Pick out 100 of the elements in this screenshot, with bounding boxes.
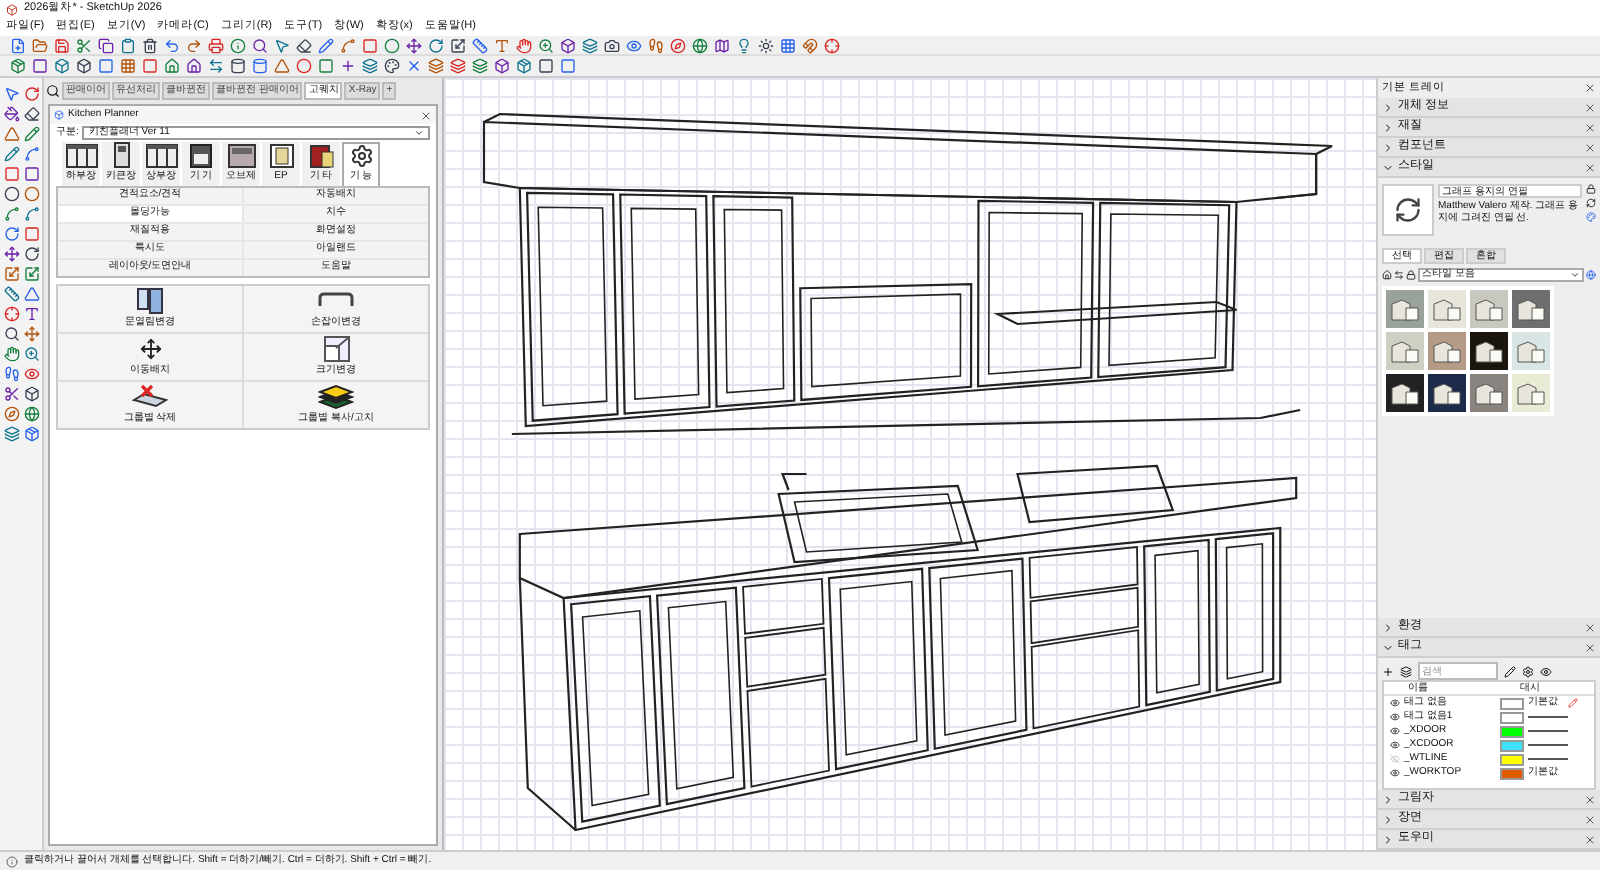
grid-icon[interactable] — [778, 36, 796, 54]
close-icon[interactable] — [1584, 141, 1596, 153]
trash-icon[interactable] — [140, 36, 158, 54]
text-icon[interactable] — [492, 36, 510, 54]
text-icon[interactable] — [22, 304, 40, 322]
close-icon[interactable] — [1584, 121, 1596, 133]
style-thumbnail[interactable] — [1428, 290, 1466, 328]
search-icon[interactable] — [2, 324, 20, 342]
lock-icon[interactable] — [1586, 184, 1596, 194]
cube-icon[interactable] — [52, 57, 70, 75]
curve-icon[interactable] — [22, 204, 40, 222]
close-icon[interactable] — [1584, 813, 1596, 825]
pointer-icon[interactable] — [2, 84, 20, 102]
scissors-icon[interactable] — [74, 36, 92, 54]
color-swatch[interactable] — [1500, 767, 1524, 779]
lock-icon[interactable] — [1406, 270, 1416, 280]
zoom-icon[interactable] — [536, 36, 554, 54]
save-icon[interactable] — [52, 36, 70, 54]
redo-icon[interactable] — [184, 36, 202, 54]
layers-icon[interactable] — [1400, 665, 1412, 677]
ruler-icon[interactable] — [2, 284, 20, 302]
globe-icon[interactable] — [22, 404, 40, 422]
zoom-icon[interactable] — [22, 344, 40, 362]
info-icon[interactable] — [6, 855, 18, 867]
style-thumbnail[interactable] — [1470, 332, 1508, 370]
style-thumbnail[interactable] — [1470, 290, 1508, 328]
scale-icon[interactable] — [22, 264, 40, 282]
circle-icon[interactable] — [294, 57, 312, 75]
scale-icon[interactable] — [2, 264, 20, 282]
lightbulb-icon[interactable] — [734, 36, 752, 54]
eraser-icon[interactable] — [22, 104, 40, 122]
undo-icon[interactable] — [162, 36, 180, 54]
color-swatch[interactable] — [1500, 725, 1524, 737]
eye-icon[interactable] — [1389, 740, 1399, 750]
close-icon[interactable] — [1584, 793, 1596, 805]
compass-icon[interactable] — [668, 36, 686, 54]
close-icon[interactable] — [1584, 101, 1596, 113]
triangle-icon[interactable] — [2, 124, 20, 142]
folder-icon[interactable] — [30, 36, 48, 54]
triangle-icon[interactable] — [22, 284, 40, 302]
pencil-icon[interactable] — [1504, 665, 1516, 677]
style-thumbnail[interactable] — [1512, 332, 1550, 370]
cube-icon[interactable] — [558, 36, 576, 54]
rotate-icon[interactable] — [22, 244, 40, 262]
rotate-icon[interactable] — [2, 224, 20, 242]
magnet-icon[interactable] — [800, 36, 818, 54]
move-icon[interactable] — [404, 36, 422, 54]
scissors-icon[interactable] — [2, 384, 20, 402]
arrows-icon[interactable] — [206, 57, 224, 75]
rotate-icon[interactable] — [22, 84, 40, 102]
circle-icon[interactable] — [22, 184, 40, 202]
eye-icon[interactable] — [1540, 665, 1552, 677]
close-icon[interactable] — [404, 57, 422, 75]
ruler-icon[interactable] — [470, 36, 488, 54]
curve-icon[interactable] — [2, 204, 20, 222]
refresh-icon[interactable] — [1586, 198, 1596, 208]
pointer-icon[interactable] — [272, 36, 290, 54]
globe-icon[interactable] — [1586, 270, 1596, 280]
curve-icon[interactable] — [22, 144, 40, 162]
style-thumbnail[interactable] — [1386, 290, 1424, 328]
close-icon[interactable] — [1584, 641, 1596, 653]
house-icon[interactable] — [162, 57, 180, 75]
house-icon[interactable] — [184, 57, 202, 75]
close-icon[interactable] — [1584, 82, 1596, 94]
map-icon[interactable] — [712, 36, 730, 54]
plus-icon[interactable] — [338, 57, 356, 75]
package-icon[interactable] — [514, 57, 532, 75]
globe-icon[interactable] — [690, 36, 708, 54]
cylinder-icon[interactable] — [228, 57, 246, 75]
new-file-icon[interactable] — [8, 36, 26, 54]
info-icon[interactable] — [228, 36, 246, 54]
package-icon[interactable] — [22, 424, 40, 442]
copy-icon[interactable] — [96, 36, 114, 54]
move-icon[interactable] — [22, 324, 40, 342]
style-thumbnail[interactable] — [1386, 374, 1424, 412]
style-thumbnail[interactable] — [1512, 374, 1550, 412]
plus-icon[interactable] — [1382, 665, 1394, 677]
eye-icon[interactable] — [1389, 712, 1399, 722]
close-icon[interactable] — [1584, 621, 1596, 633]
eraser-icon[interactable] — [294, 36, 312, 54]
home-icon[interactable] — [1382, 270, 1392, 280]
move-icon[interactable] — [2, 244, 20, 262]
arrows-icon[interactable] — [1394, 270, 1404, 280]
eye-icon[interactable] — [1389, 768, 1399, 778]
style-thumbnail[interactable] — [1428, 374, 1466, 412]
curve-icon[interactable] — [338, 36, 356, 54]
grid-icon[interactable] — [118, 57, 136, 75]
settings-icon[interactable] — [1522, 665, 1534, 677]
style-thumbnail[interactable] — [1512, 290, 1550, 328]
palette-icon[interactable] — [382, 57, 400, 75]
color-swatch[interactable] — [1500, 753, 1524, 765]
circle-icon[interactable] — [382, 36, 400, 54]
clipboard-icon[interactable] — [118, 36, 136, 54]
paint-bucket-icon[interactable] — [2, 104, 20, 122]
hand-icon[interactable] — [514, 36, 532, 54]
scale-icon[interactable] — [448, 36, 466, 54]
cube-icon[interactable] — [492, 57, 510, 75]
cube-icon[interactable] — [22, 384, 40, 402]
footprints-icon[interactable] — [2, 364, 20, 382]
square-icon[interactable] — [30, 57, 48, 75]
